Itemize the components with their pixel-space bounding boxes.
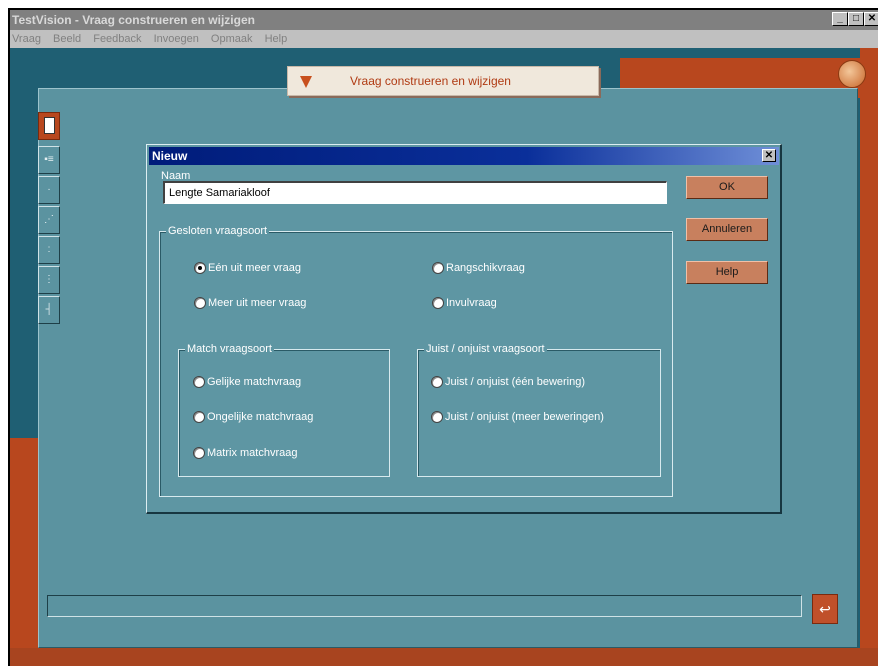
dot-icon[interactable]: ·	[38, 176, 60, 204]
menu-opmaak[interactable]: Opmaak	[211, 33, 253, 45]
banner-title: Vraag construeren en wijzigen	[350, 74, 511, 88]
radio-juist-een[interactable]: Juist / onjuist (één bewering)	[431, 376, 585, 388]
dialog-title-bar: Nieuw ✕	[149, 147, 779, 165]
decor-right	[860, 48, 878, 648]
dialog-title: Nieuw	[152, 149, 188, 163]
radio-dot	[432, 297, 444, 309]
menu-feedback[interactable]: Feedback	[93, 33, 141, 45]
radio-gelijke[interactable]: Gelijke matchvraag	[193, 376, 301, 388]
radio-dot	[193, 447, 205, 459]
menu-help[interactable]: Help	[265, 33, 288, 45]
radio-meer-uit-meer[interactable]: Meer uit meer vraag	[194, 297, 306, 309]
radio-dot	[194, 262, 206, 274]
menu-vraag[interactable]: Vraag	[12, 33, 41, 45]
radio-dot	[194, 297, 206, 309]
maximize-button[interactable]: □	[848, 12, 864, 26]
menu-invoegen[interactable]: Invoegen	[154, 33, 199, 45]
help-button[interactable]: Help	[686, 261, 768, 284]
exit-icon[interactable]: ↩	[812, 594, 838, 624]
new-question-icon[interactable]	[38, 112, 60, 140]
triangle-icon	[300, 76, 312, 88]
colon-icon[interactable]: :	[38, 236, 60, 264]
gesloten-label: Gesloten vraagsoort	[166, 224, 270, 238]
dialog-close-button[interactable]: ✕	[762, 149, 776, 162]
radio-label: Juist / onjuist (meer beweringen)	[445, 411, 604, 423]
radio-een-uit-meer[interactable]: Eén uit meer vraag	[194, 262, 301, 274]
radio-label: Invulvraag	[446, 297, 497, 309]
radio-label: Eén uit meer vraag	[208, 262, 301, 274]
menu-bar: Vraag Beeld Feedback Invoegen Opmaak Hel…	[10, 30, 878, 48]
ok-button[interactable]: OK	[686, 176, 768, 199]
radio-label: Gelijke matchvraag	[207, 376, 302, 388]
window-controls: _ □ ✕	[832, 12, 878, 26]
status-bar	[47, 595, 802, 617]
window-title: TestVision - Vraag construeren en wijzig…	[12, 13, 255, 27]
radio-rangschik[interactable]: Rangschikvraag	[432, 262, 525, 274]
radio-label: Ongelijke matchvraag	[207, 411, 314, 423]
cancel-button[interactable]: Annuleren	[686, 218, 768, 241]
title-bar: TestVision - Vraag construeren en wijzig…	[10, 10, 878, 30]
new-question-dialog: Nieuw ✕ Naam Lengte Samariakloof OK Annu…	[146, 144, 782, 514]
radio-invul[interactable]: Invulvraag	[432, 297, 497, 309]
radio-matrix[interactable]: Matrix matchvraag	[193, 447, 297, 459]
split-icon[interactable]: ┤	[38, 296, 60, 324]
page-banner: Vraag construeren en wijzigen	[287, 66, 599, 96]
naam-input[interactable]: Lengte Samariakloof	[163, 181, 667, 204]
radio-label: Matrix matchvraag	[207, 447, 298, 459]
menu-beeld[interactable]: Beeld	[53, 33, 81, 45]
decor-bottom	[10, 648, 878, 666]
left-toolbar: ▪≡ · ⋰ : ⋮ ┤	[38, 112, 60, 326]
minimize-button[interactable]: _	[832, 12, 848, 26]
list-icon[interactable]: ▪≡	[38, 146, 60, 174]
radio-label: Rangschikvraag	[446, 262, 525, 274]
image-icon[interactable]: ⋰	[38, 206, 60, 234]
radio-juist-meer[interactable]: Juist / onjuist (meer beweringen)	[431, 411, 604, 423]
radio-dot	[431, 376, 443, 388]
radio-dot	[432, 262, 444, 274]
close-window-button[interactable]: ✕	[864, 12, 878, 26]
radio-dot	[431, 411, 443, 423]
radio-label: Meer uit meer vraag	[208, 297, 307, 309]
radio-dot	[193, 376, 205, 388]
table-icon[interactable]: ⋮	[38, 266, 60, 294]
radio-dot	[193, 411, 205, 423]
juist-label: Juist / onjuist vraagsoort	[424, 342, 547, 356]
radio-label: Juist / onjuist (één bewering)	[445, 376, 586, 388]
logo-icon	[838, 60, 866, 88]
match-label: Match vraagsoort	[185, 342, 274, 356]
radio-ongelijke[interactable]: Ongelijke matchvraag	[193, 411, 313, 423]
